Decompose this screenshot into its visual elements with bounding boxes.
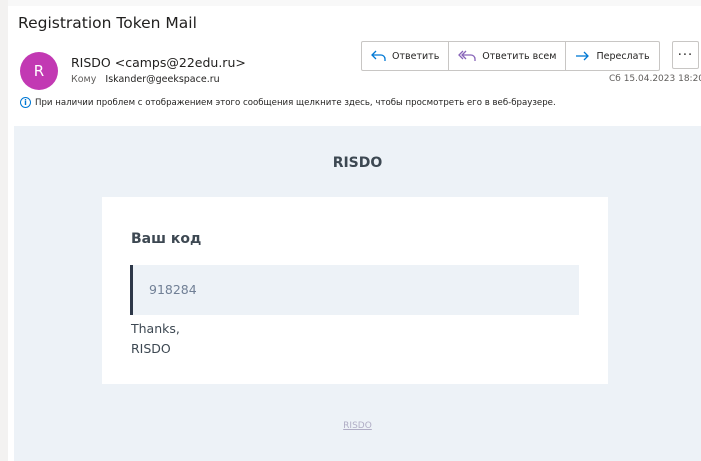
info-bar[interactable]: i При наличии проблем с отображением это…	[20, 97, 556, 108]
verification-code: 918284	[149, 282, 197, 297]
code-heading: Ваш код	[131, 231, 202, 247]
more-actions-button[interactable]: ···	[672, 41, 699, 69]
forward-button[interactable]: Переслать	[566, 42, 658, 70]
reply-all-label: Ответить всем	[482, 50, 557, 62]
message-date: Сб 15.04.2023 18:20	[609, 74, 701, 84]
reply-all-icon	[458, 50, 476, 61]
avatar[interactable]: R	[20, 52, 58, 90]
email-body: RISDO Ваш код 918284 Thanks, RISDO RISDO	[14, 126, 701, 461]
action-toolbar: Ответить Ответить всем Переслать	[361, 41, 660, 71]
reply-label: Ответить	[392, 50, 440, 62]
reply-button[interactable]: Ответить	[362, 42, 450, 70]
info-text: При наличии проблем с отображением этого…	[35, 97, 556, 108]
footer-link[interactable]: RISDO	[14, 421, 701, 431]
forward-label: Переслать	[596, 50, 650, 62]
email-brand-header: RISDO	[332, 155, 383, 171]
reply-icon	[371, 50, 386, 61]
more-icon: ···	[677, 47, 694, 63]
window-top-edge	[8, 0, 701, 6]
forward-icon	[576, 51, 590, 61]
email-subject: Registration Token Mail	[18, 14, 197, 32]
email-card: Ваш код 918284 Thanks, RISDO	[102, 197, 608, 384]
code-panel: 918284	[130, 265, 579, 315]
avatar-letter: R	[33, 62, 45, 80]
window-left-edge	[0, 0, 8, 461]
to-label: Кому	[71, 74, 97, 85]
reply-all-button[interactable]: Ответить всем	[449, 42, 567, 70]
signature: Thanks, RISDO	[131, 319, 180, 359]
recipient-row: Кому Iskander@geekspace.ru	[71, 74, 220, 85]
to-value[interactable]: Iskander@geekspace.ru	[105, 74, 219, 85]
info-icon: i	[20, 97, 31, 108]
signature-name: RISDO	[131, 341, 171, 356]
sender-name[interactable]: RISDO <camps@22edu.ru>	[71, 55, 246, 70]
thanks-line: Thanks,	[131, 321, 180, 336]
